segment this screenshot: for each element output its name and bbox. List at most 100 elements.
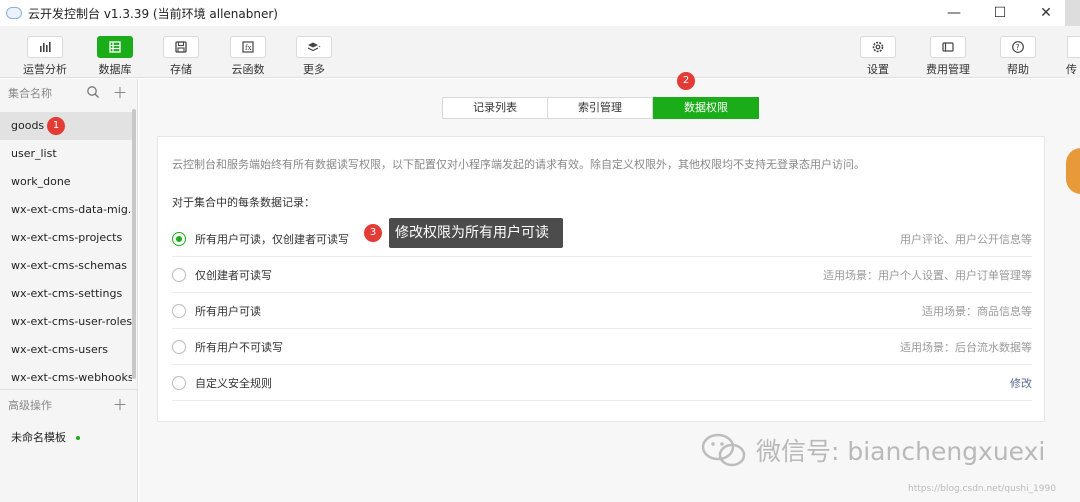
cut-label: 传 (1066, 63, 1077, 76)
collection-name: wx-ext-cms-webhooks (11, 371, 132, 384)
collection-item[interactable]: wx-ext-cms-schemas (0, 252, 132, 280)
sidebar-header: 集合名称 ＋ (0, 79, 137, 107)
permission-option-desc: 适用场景：后台流水数据等 (900, 340, 1032, 354)
template-item[interactable]: 未命名模板 (0, 424, 132, 452)
toolbar-cloud-function-button[interactable]: fx 云函数 (218, 36, 278, 77)
title-bar: 云开发控制台 v1.3.39 (当前环境 allenabner) — ☐ ✕ (0, 0, 1080, 26)
permission-option-desc: 适用场景：商品信息等 (922, 304, 1032, 318)
permission-option-desc: 适用场景：用户个人设置、用户订单管理等 (823, 268, 1032, 282)
toolbar-label: 云函数 (231, 63, 265, 76)
tab-bar: 记录列表 索引管理 数据权限 (442, 97, 759, 119)
permission-option[interactable]: 所有用户可读 适用场景：商品信息等 (172, 293, 1032, 329)
template-label: 未命名模板 (11, 431, 66, 444)
permission-option[interactable]: 自定义安全规则 修改 (172, 365, 1032, 401)
toolbar-analytics-button[interactable]: 运营分析 (15, 36, 75, 77)
function-icon: fx (242, 41, 254, 53)
collection-item[interactable]: wx-ext-cms-user-roles (0, 308, 132, 336)
toolbar: 运营分析 数据库 存储 fx 云函数 更多 设置 费用管理 ? 帮助 (0, 26, 1065, 78)
minimize-button[interactable]: — (931, 0, 977, 26)
annotation-tooltip: 修改权限为所有用户可读 (389, 218, 563, 248)
collection-name: wx-ext-cms-user-roles (11, 315, 132, 328)
collection-name: wx-ext-cms-settings (11, 287, 123, 300)
radio-button[interactable] (172, 375, 186, 390)
collection-name: wx-ext-cms-projects (11, 231, 123, 244)
tab-permissions[interactable]: 数据权限 (653, 97, 759, 119)
toolbar-billing-button[interactable]: 费用管理 (918, 36, 978, 77)
permission-option-label: 所有用户可读，仅创建者可读写 (195, 232, 349, 246)
gear-icon (872, 41, 884, 53)
annotation-badge-3: 3 (364, 224, 382, 242)
toolbar-label: 更多 (303, 63, 325, 76)
adjacent-window-edge: 传 (1065, 0, 1080, 502)
close-button[interactable]: ✕ (1023, 0, 1069, 26)
search-icon[interactable] (85, 85, 101, 101)
collection-item[interactable]: wx-ext-cms-settings (0, 280, 132, 308)
svg-text:?: ? (1016, 43, 1020, 52)
permissions-subheading: 对于集合中的每条数据记录： (172, 196, 315, 209)
permission-option-label: 所有用户可读 (195, 304, 261, 318)
collection-name: user_list (11, 147, 57, 160)
annotation-badge-1: 1 (47, 117, 65, 135)
svg-text:fx: fx (245, 44, 252, 52)
layers-icon (307, 42, 321, 52)
database-icon (109, 41, 121, 53)
add-collection-icon[interactable]: ＋ (112, 85, 128, 101)
permission-option[interactable]: 所有用户不可读写 适用场景：后台流水数据等 (172, 329, 1032, 365)
help-icon: ? (1012, 41, 1024, 53)
toolbar-more-button[interactable]: 更多 (284, 36, 344, 77)
permission-option[interactable]: 仅创建者可读写 适用场景：用户个人设置、用户订单管理等 (172, 257, 1032, 293)
collection-name: goods (11, 119, 45, 132)
permissions-intro: 云控制台和服务端始终有所有数据读写权限，以下配置仅对小程序端发起的请求有效。除自… (172, 158, 865, 171)
toolbar-help-button[interactable]: ? 帮助 (988, 36, 1048, 77)
radio-button[interactable] (172, 267, 186, 282)
adjacent-panel (1065, 78, 1080, 502)
radio-button[interactable] (172, 303, 186, 318)
upload-icon (1067, 36, 1080, 58)
radio-button[interactable] (172, 339, 186, 354)
status-dot (75, 436, 80, 440)
toolbar-storage-button[interactable]: 存储 (151, 36, 211, 77)
collection-item[interactable]: work_done (0, 168, 132, 196)
advanced-section: 高级操作 ＋ 未命名模板 (0, 389, 138, 452)
edit-rules-link[interactable]: 修改 (1010, 375, 1032, 391)
collection-name: wx-ext-cms-data-mig... (11, 203, 132, 216)
radio-button[interactable] (172, 231, 186, 246)
tab-indexes[interactable]: 索引管理 (548, 97, 653, 119)
permissions-card: 云控制台和服务端始终有所有数据读写权限，以下配置仅对小程序端发起的请求有效。除自… (157, 136, 1045, 422)
annotation-badge-2: 2 (677, 72, 695, 90)
source-watermark: https://blog.csdn.net/qushi_1990 (908, 484, 1056, 494)
storage-icon (175, 41, 187, 53)
collection-item[interactable]: wx-ext-cms-webhooks (0, 364, 132, 390)
window-title: 云开发控制台 v1.3.39 (当前环境 allenabner) (28, 6, 278, 21)
watermark: 微信号: bianchengxuexi (700, 432, 1045, 468)
toolbar-label: 数据库 (98, 63, 132, 76)
toolbar-database-button[interactable]: 数据库 (85, 36, 145, 77)
collection-item[interactable]: wx-ext-cms-users (0, 336, 132, 364)
collection-sidebar: 集合名称 ＋ goods 1 user_list work_done wx-ext-cm… (0, 79, 138, 502)
toolbar-label: 费用管理 (926, 63, 970, 76)
wechat-icon (701, 433, 746, 467)
collection-list: goods 1 user_list work_done wx-ext-cms-data-… (0, 112, 134, 390)
collection-item[interactable]: wx-ext-cms-projects (0, 224, 132, 252)
toolbar-label: 设置 (867, 63, 889, 76)
collection-item[interactable]: wx-ext-cms-data-mig... (0, 196, 132, 224)
adjacent-toolbar: 传 (1065, 26, 1080, 78)
bar-chart-icon (40, 42, 51, 52)
permission-option[interactable]: 所有用户可读，仅创建者可读写 用户评论、用户公开信息等 (172, 221, 1032, 257)
toolbar-settings-button[interactable]: 设置 (848, 36, 908, 77)
tab-records[interactable]: 记录列表 (442, 97, 548, 119)
permission-option-desc: 用户评论、用户公开信息等 (900, 232, 1032, 246)
advanced-header: 高级操作 ＋ (0, 390, 138, 420)
collection-item[interactable]: user_list (0, 140, 132, 168)
maximize-button[interactable]: ☐ (977, 0, 1023, 26)
permission-option-label: 自定义安全规则 (195, 376, 272, 390)
add-template-icon[interactable]: ＋ (112, 397, 128, 413)
sidebar-scrollbar[interactable] (132, 109, 136, 379)
permission-option-label: 仅创建者可读写 (195, 268, 272, 282)
collection-name: wx-ext-cms-users (11, 343, 109, 356)
collection-name: wx-ext-cms-schemas (11, 259, 128, 272)
avatar-decoration (1066, 148, 1080, 194)
collection-item[interactable]: goods 1 (0, 112, 132, 140)
collection-name: work_done (11, 175, 71, 188)
watermark-text: 微信号: bianchengxuexi (756, 437, 1046, 466)
